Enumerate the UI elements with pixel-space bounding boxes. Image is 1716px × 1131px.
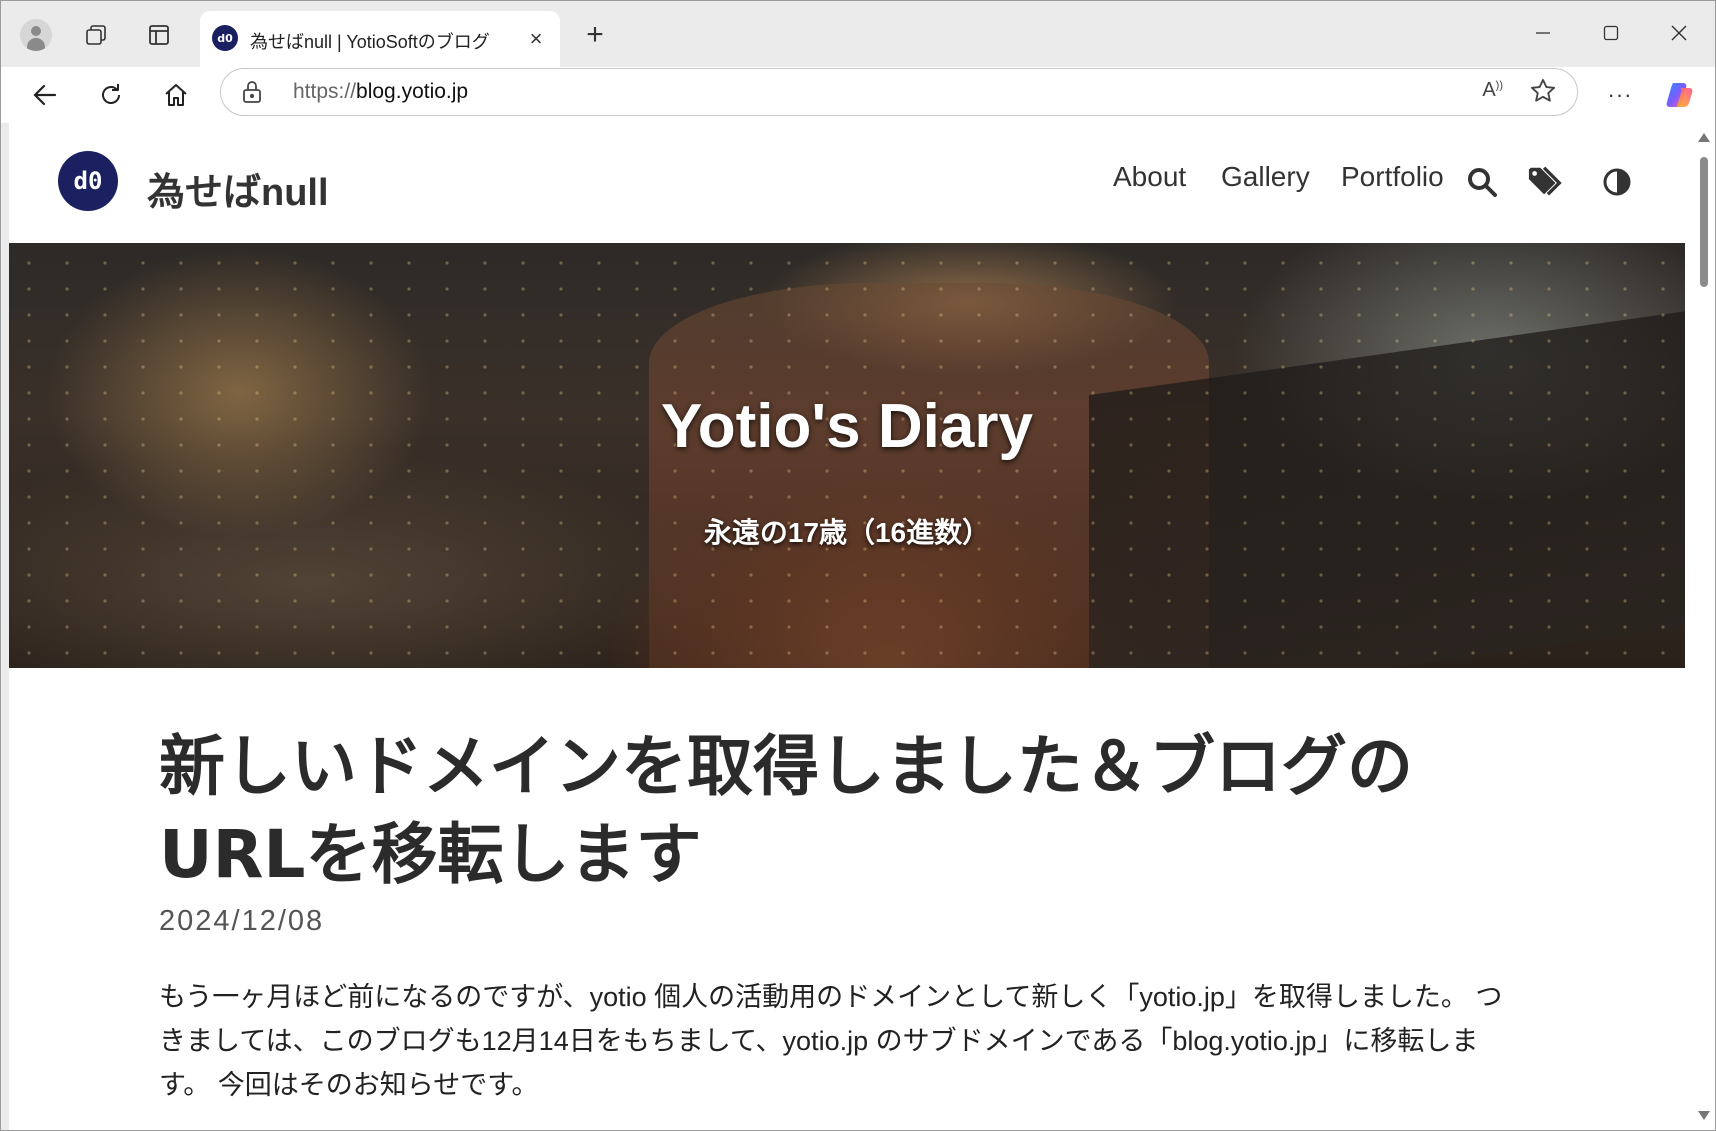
minimize-button[interactable]	[1513, 11, 1573, 55]
more-menu-button[interactable]: ···	[1600, 75, 1640, 115]
browser-window: d0 為せばnull | YotioSoftのブログ × + https://b…	[0, 0, 1716, 1131]
url-scheme: https://	[293, 80, 357, 103]
workspaces-icon	[86, 25, 106, 45]
nav-portfolio-link[interactable]: Portfolio	[1341, 161, 1444, 193]
maximize-button[interactable]	[1581, 11, 1641, 55]
maximize-icon	[1603, 25, 1619, 41]
site-logo[interactable]: d0	[58, 151, 118, 211]
tab-strip: d0 為せばnull | YotioSoftのブログ × +	[1, 1, 1715, 67]
reload-button[interactable]	[91, 75, 131, 115]
post-title[interactable]: 新しいドメインを取得しました＆ブログのURLを移転します	[159, 723, 1499, 899]
tab-favicon-icon: d0	[212, 25, 238, 51]
address-bar[interactable]: https://blog.yotio.jp A))	[220, 68, 1578, 116]
hero-subtitle: 永遠の17歳（16進数）	[703, 517, 991, 548]
site-name[interactable]: 為せばnull	[147, 161, 329, 216]
read-aloud-icon[interactable]: A))	[1482, 79, 1503, 102]
browser-toolbar: https://blog.yotio.jp A)) ···	[1, 67, 1715, 123]
hero-title: Yotio's Diary	[661, 392, 1033, 461]
site-header: d0 為せばnull About Gallery Portfolio	[9, 123, 1685, 243]
tab-title: 為せばnull | YotioSoftのブログ	[250, 32, 490, 52]
vertical-tabs-button[interactable]	[139, 15, 179, 55]
scroll-up-arrow-icon[interactable]	[1698, 133, 1710, 142]
hero-banner-image: Yotio's Diary 永遠の17歳（16進数）	[9, 243, 1685, 668]
tab-close-icon[interactable]: ×	[522, 25, 550, 53]
minimize-icon	[1536, 32, 1550, 34]
page-viewport: d0 為せばnull About Gallery Portfolio Yotio…	[9, 123, 1715, 1130]
close-window-button[interactable]	[1649, 11, 1709, 55]
contrast-icon	[1603, 168, 1631, 196]
active-tab[interactable]: d0 為せばnull | YotioSoftのブログ ×	[200, 11, 560, 67]
close-icon	[1671, 25, 1687, 41]
profile-button[interactable]	[16, 15, 56, 55]
post-date: 2024/12/08	[159, 905, 325, 937]
copilot-button[interactable]	[1661, 75, 1701, 115]
home-icon	[165, 84, 187, 106]
search-button[interactable]	[1463, 163, 1501, 201]
back-arrow-icon	[33, 84, 57, 106]
post-body: もう一ヶ月ほど前になるのですが、yotio 個人の活動用のドメインとして新しく「…	[159, 982, 1503, 1100]
tags-icon	[1528, 166, 1562, 196]
url-host: blog.yotio.jp	[356, 80, 469, 103]
search-icon	[1468, 168, 1497, 197]
read-aloud-glyph: A	[1482, 79, 1496, 101]
scrollbar-thumb[interactable]	[1700, 157, 1708, 287]
url-text[interactable]: https://blog.yotio.jp	[293, 80, 468, 104]
favorite-star-icon[interactable]	[1529, 77, 1557, 105]
back-button[interactable]	[25, 75, 65, 115]
copilot-icon	[1666, 83, 1693, 107]
theme-toggle-button[interactable]	[1598, 163, 1636, 201]
nav-gallery-link[interactable]: Gallery	[1221, 161, 1310, 193]
lock-icon[interactable]	[241, 80, 263, 104]
scroll-down-arrow-icon[interactable]	[1698, 1111, 1710, 1120]
vertical-tabs-icon	[149, 25, 169, 45]
tags-button[interactable]	[1527, 163, 1565, 201]
home-button[interactable]	[156, 75, 196, 115]
new-tab-button[interactable]: +	[575, 15, 615, 55]
reload-icon	[102, 84, 120, 104]
vertical-scrollbar[interactable]	[1693, 123, 1715, 1130]
nav-about-link[interactable]: About	[1113, 161, 1186, 193]
workspaces-button[interactable]	[76, 15, 116, 55]
profile-icon	[20, 19, 52, 51]
